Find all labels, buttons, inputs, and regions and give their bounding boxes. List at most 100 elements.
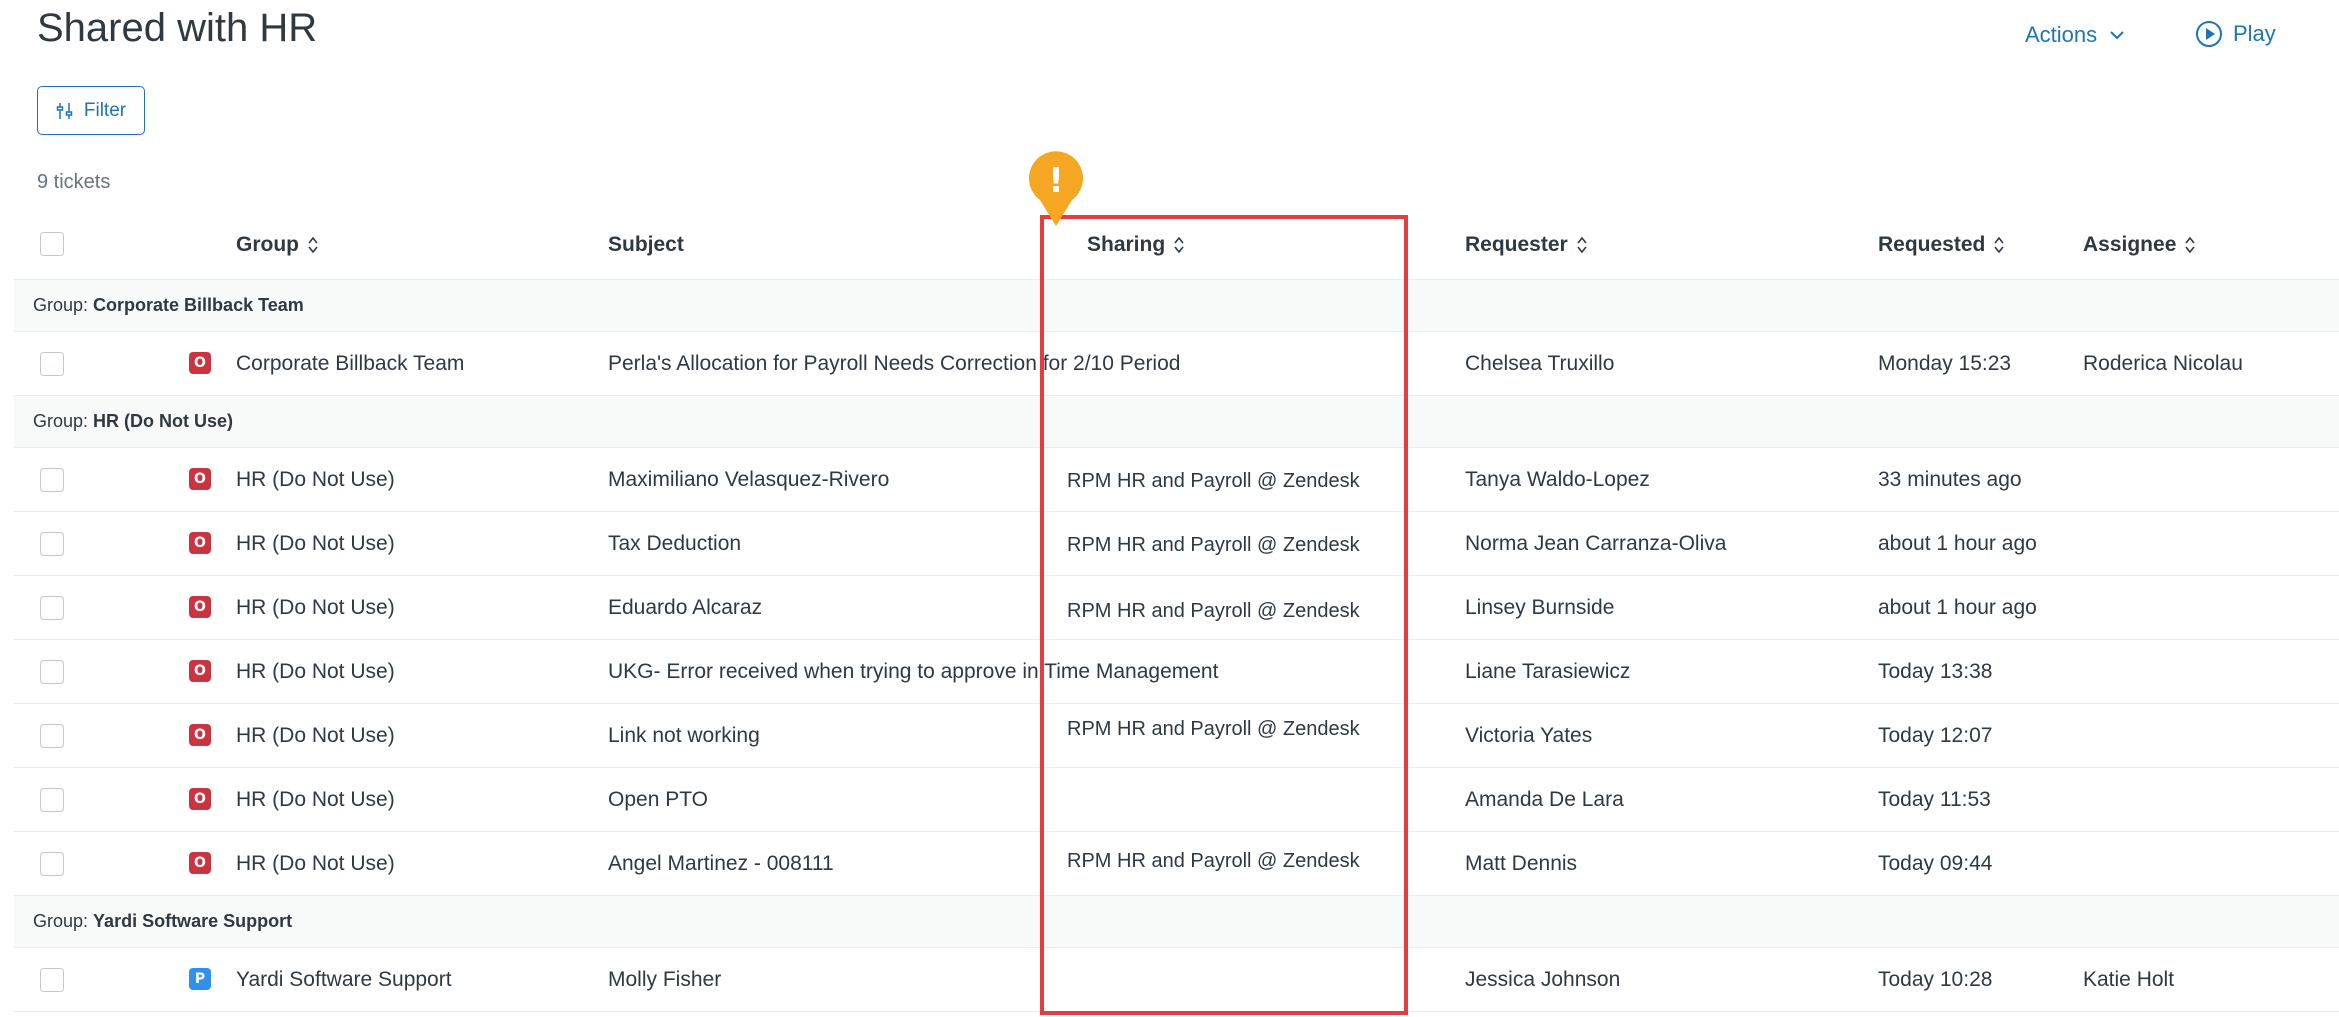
subject-link[interactable]: Perla's Allocation for Payroll Needs Cor…: [608, 352, 1180, 376]
subject-link[interactable]: Link not working: [608, 724, 760, 748]
row-checkbox[interactable]: [40, 352, 64, 376]
table-row[interactable]: O Corporate Billback Team Perla's Alloca…: [14, 332, 2339, 396]
subject-link[interactable]: Angel Martinez - 008111: [608, 852, 834, 876]
select-all-checkbox[interactable]: [40, 232, 64, 256]
actions-menu-button[interactable]: Actions: [2025, 22, 2125, 48]
subject-link[interactable]: UKG- Error received when trying to appro…: [608, 660, 1218, 684]
ticket-count: 9 tickets: [37, 171, 111, 193]
group-cell: HR (Do Not Use): [236, 724, 395, 747]
group-cell: HR (Do Not Use): [236, 532, 395, 555]
status-badge: O: [189, 660, 211, 682]
requester-cell: Liane Tarasiewicz: [1465, 660, 1631, 683]
assignee-cell: Roderica Nicolau: [2083, 352, 2243, 375]
requester-cell: Norma Jean Carranza-Oliva: [1465, 532, 1727, 555]
requester-cell: Chelsea Truxillo: [1465, 352, 1615, 375]
status-badge: O: [189, 788, 211, 810]
group-header-row: Group: HR (Do Not Use): [14, 396, 2339, 448]
requester-cell: Tanya Waldo-Lopez: [1465, 468, 1650, 491]
table-header-row: Group Subject Sharing Requester Requeste…: [14, 215, 2339, 280]
filter-label: Filter: [83, 99, 127, 121]
alert-pin-symbol: !: [1048, 161, 1064, 201]
group-cell: Corporate Billback Team: [236, 352, 465, 375]
table-row[interactable]: O HR (Do Not Use) Tax Deduction RPM HR a…: [14, 512, 2339, 576]
subject-link[interactable]: Eduardo Alcaraz: [608, 596, 762, 620]
sort-icon: [1577, 236, 1587, 254]
sort-icon: [308, 236, 318, 254]
sort-icon: [1174, 236, 1184, 254]
subject-link[interactable]: Tax Deduction: [608, 532, 741, 556]
assignee-cell: Katie Holt: [2083, 968, 2175, 991]
table-row[interactable]: O HR (Do Not Use) Eduardo Alcaraz RPM HR…: [14, 576, 2339, 640]
column-header-requester[interactable]: Requester: [1465, 233, 1588, 257]
sharing-cell: RPM HR and Payroll @ Zendesk: [1067, 850, 1360, 872]
chevron-down-icon: [2110, 31, 2124, 40]
play-label: Play: [2233, 21, 2276, 46]
sharing-cell: RPM HR and Payroll @ Zendesk: [1067, 470, 1360, 492]
sort-icon: [2185, 236, 2195, 254]
requester-cell: Victoria Yates: [1465, 724, 1593, 747]
status-badge: O: [189, 596, 211, 618]
requester-cell: Jessica Johnson: [1465, 968, 1621, 991]
status-badge: P: [189, 968, 211, 990]
column-header-subject[interactable]: Subject: [608, 233, 684, 257]
group-label: Group: Corporate Billback Team: [33, 295, 304, 315]
sharing-cell: RPM HR and Payroll @ Zendesk: [1067, 534, 1360, 556]
requester-cell: Matt Dennis: [1465, 852, 1578, 875]
group-cell: HR (Do Not Use): [236, 788, 395, 811]
sharing-cell: RPM HR and Payroll @ Zendesk: [1067, 718, 1360, 740]
row-checkbox[interactable]: [40, 724, 64, 748]
status-badge: O: [189, 468, 211, 490]
sharing-cell: RPM HR and Payroll @ Zendesk: [1067, 600, 1360, 622]
column-header-assignee[interactable]: Assignee: [2083, 233, 2196, 257]
requested-cell: about 1 hour ago: [1878, 596, 2037, 619]
requested-cell: Today 09:44: [1878, 852, 1993, 875]
table-row[interactable]: O HR (Do Not Use) UKG- Error received wh…: [14, 640, 2339, 704]
column-header-sharing[interactable]: Sharing: [1087, 233, 1185, 257]
status-badge: O: [189, 724, 211, 746]
row-checkbox[interactable]: [40, 468, 64, 492]
requested-cell: Today 12:07: [1878, 724, 1993, 747]
requested-cell: about 1 hour ago: [1878, 532, 2037, 555]
group-label: Group: HR (Do Not Use): [33, 411, 234, 431]
requested-cell: Today 11:53: [1878, 788, 1991, 811]
group-cell: HR (Do Not Use): [236, 596, 395, 619]
subject-link[interactable]: Molly Fisher: [608, 968, 721, 992]
group-cell: HR (Do Not Use): [236, 660, 395, 683]
actions-label: Actions: [2025, 22, 2098, 47]
table-row[interactable]: O HR (Do Not Use) Angel Martinez - 00811…: [14, 832, 2339, 896]
requested-cell: Today 10:28: [1878, 968, 1993, 991]
play-icon: [2196, 21, 2222, 47]
column-header-requested[interactable]: Requested: [1878, 233, 2005, 257]
group-header-row: Group: Corporate Billback Team: [14, 280, 2339, 332]
requester-cell: Amanda De Lara: [1465, 788, 1624, 811]
play-button[interactable]: Play: [2195, 20, 2276, 48]
table-row[interactable]: P Yardi Software Support Molly Fisher Je…: [14, 948, 2339, 1012]
row-checkbox[interactable]: [40, 596, 64, 620]
row-checkbox[interactable]: [40, 788, 64, 812]
subject-link[interactable]: Open PTO: [608, 788, 708, 812]
page-title: Shared with HR: [37, 6, 318, 50]
group-cell: HR (Do Not Use): [236, 852, 395, 875]
table-row[interactable]: O HR (Do Not Use) Link not working RPM H…: [14, 704, 2339, 768]
alert-pin-icon: !: [1029, 151, 1083, 226]
filter-button[interactable]: Filter: [37, 86, 145, 135]
subject-link[interactable]: Maximiliano Velasquez-Rivero: [608, 468, 889, 492]
table-row[interactable]: O HR (Do Not Use) Maximiliano Velasquez-…: [14, 448, 2339, 512]
sort-icon: [1994, 236, 2004, 254]
requested-cell: 33 minutes ago: [1878, 468, 2022, 491]
row-checkbox[interactable]: [40, 660, 64, 684]
row-checkbox[interactable]: [40, 852, 64, 876]
row-checkbox[interactable]: [40, 532, 64, 556]
group-cell: HR (Do Not Use): [236, 468, 395, 491]
group-label: Group: Yardi Software Support: [33, 911, 293, 931]
status-badge: O: [189, 532, 211, 554]
status-badge: O: [189, 352, 211, 374]
requested-cell: Monday 15:23: [1878, 352, 2012, 375]
status-badge: O: [189, 852, 211, 874]
group-header-row: Group: Yardi Software Support: [14, 896, 2339, 948]
requested-cell: Today 13:38: [1878, 660, 1993, 683]
requester-cell: Linsey Burnside: [1465, 596, 1615, 619]
table-row[interactable]: O HR (Do Not Use) Open PTO Amanda De Lar…: [14, 768, 2339, 832]
column-header-group[interactable]: Group: [236, 233, 319, 257]
row-checkbox[interactable]: [40, 968, 64, 992]
